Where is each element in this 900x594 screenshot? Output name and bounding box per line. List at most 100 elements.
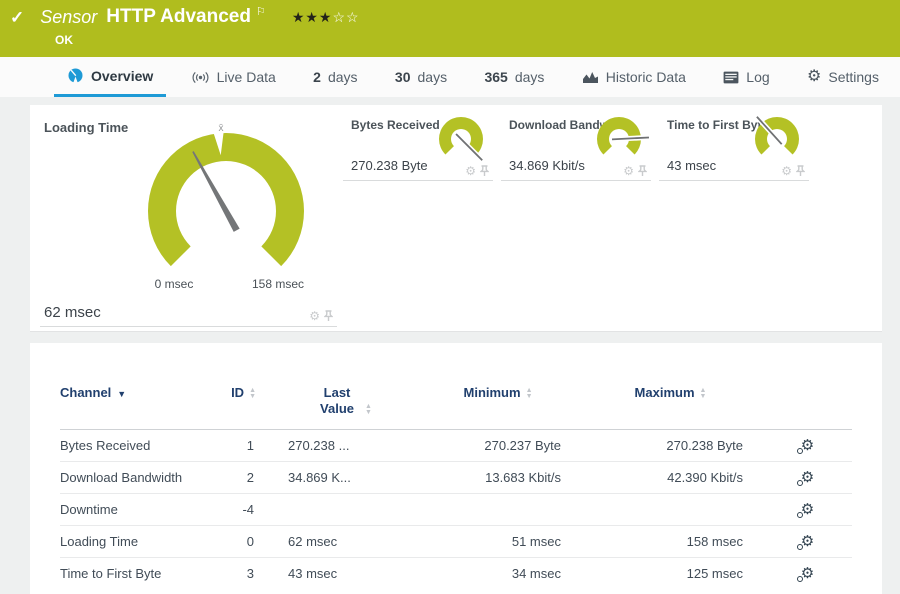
column-header-actions [763, 379, 852, 430]
time-to-first-byte-gauge [755, 116, 799, 155]
loading-time-gauge: x̄ 0 msec 158 msec [148, 123, 304, 291]
tab-365-days-label: days [514, 69, 545, 85]
channel-actions-cell: ⚙ [763, 461, 852, 494]
table-header-row: Channel ▼ ID ▲ ▼ Last Value ▲ ▼ Minimum ▲ ▼ Max… [60, 379, 852, 430]
sensor-header-row: ✓ Sensor HTTP Advanced ⚐ ★★★☆☆ [0, 0, 900, 28]
column-header-minimum[interactable]: Minimum ▲ ▼ [418, 379, 578, 430]
log-list-icon [723, 71, 739, 83]
channel-last-value-cell: 62 msec [268, 525, 418, 558]
column-header-id[interactable]: ID ▲ ▼ [228, 379, 268, 430]
stars-empty: ☆☆ [332, 9, 360, 25]
tab-30-days[interactable]: 30 days [382, 57, 460, 97]
sort-icon: ▲ ▼ [525, 386, 533, 400]
channel-id-cell: 1 [228, 429, 268, 462]
tab-live-data[interactable]: Live Data [178, 57, 289, 97]
tab-2-days-label: days [327, 69, 358, 85]
pin-icon[interactable] [796, 165, 805, 177]
channel-id-cell: -4 [228, 493, 268, 526]
table-row[interactable]: Download Bandwidth 2 34.869 K... 13.683 … [60, 461, 852, 494]
channel-settings-icon[interactable]: ⚙ [796, 502, 814, 518]
channel-name-cell[interactable]: Time to First Byte [60, 557, 228, 590]
channel-settings-icon[interactable]: ⚙ [796, 470, 814, 486]
download-bandwidth-tile: Download Bandwidth 34.869 Kbit/s ⚙ [501, 113, 651, 181]
download-bandwidth-gauge [597, 117, 649, 155]
channel-settings-icon[interactable]: ⚙ [796, 566, 814, 583]
gauge-icon [68, 68, 83, 84]
tab-30-days-number: 30 [394, 69, 411, 85]
sensor-kind-label: Sensor [40, 7, 98, 27]
channel-minimum-cell: 34 msec [418, 557, 578, 590]
gauges-panel: Loading Time x̄ 0 msec 158 msec 62 msec … [30, 105, 882, 332]
sort-icon: ▲ ▼ [365, 402, 372, 416]
tile-settings-icon[interactable]: ⚙ [623, 165, 634, 177]
table-row[interactable]: Time to First Byte 3 43 msec 34 msec 125… [60, 557, 852, 590]
channel-actions-cell: ⚙ [763, 557, 852, 590]
channel-name-cell[interactable]: Loading Time [60, 525, 228, 558]
tab-settings[interactable]: ⚙ Settings [794, 57, 892, 97]
tab-bar: Overview Live Data 2 days 30 days 365 da… [0, 57, 900, 97]
gauge-min-label: 0 msec [155, 277, 194, 291]
column-header-last-value[interactable]: Last Value ▲ ▼ [268, 379, 418, 430]
tab-30-days-label: days [417, 69, 448, 85]
historic-chart-icon [582, 72, 598, 83]
flag-icon[interactable]: ⚐ [256, 5, 266, 18]
sort-icon: ▲ ▼ [699, 386, 707, 400]
sort-icon: ▲ ▼ [249, 386, 256, 400]
channel-settings-icon[interactable]: ⚙ [796, 534, 814, 550]
bytes-received-tile: Bytes Received 270.238 Byte ⚙ [343, 113, 493, 181]
bytes-received-value: 270.238 Byte [351, 158, 428, 173]
channels-panel: Channel ▼ ID ▲ ▼ Last Value ▲ ▼ Minimum ▲ ▼ Max… [30, 343, 882, 594]
priority-stars[interactable]: ★★★☆☆ [292, 9, 360, 26]
tab-historic-data[interactable]: Historic Data [569, 57, 699, 97]
tab-overview-label: Overview [91, 67, 154, 84]
tile-corner-actions: ⚙ [781, 165, 805, 177]
tab-log-label: Log [746, 69, 770, 85]
pin-icon[interactable] [324, 310, 333, 322]
bytes-received-gauge [439, 117, 483, 161]
channel-minimum-cell: 270.237 Byte [418, 429, 578, 462]
tile-settings-icon[interactable]: ⚙ [465, 165, 476, 177]
tile-corner-actions: ⚙ [309, 310, 333, 322]
channel-settings-icon[interactable]: ⚙ [796, 438, 814, 454]
channel-actions-cell: ⚙ [763, 429, 852, 462]
download-bandwidth-value: 34.869 Kbit/s [509, 158, 585, 173]
channel-last-value-cell: 34.869 K... [268, 461, 418, 494]
channel-name-cell[interactable]: Bytes Received [60, 429, 228, 462]
tile-settings-icon[interactable]: ⚙ [781, 165, 792, 177]
time-to-first-byte-value: 43 msec [667, 158, 717, 173]
channel-name-cell[interactable]: Download Bandwidth [60, 461, 228, 494]
channels-table: Channel ▼ ID ▲ ▼ Last Value ▲ ▼ Minimum ▲ ▼ Max… [60, 379, 852, 590]
sort-desc-icon: ▼ [117, 388, 127, 399]
channel-minimum-cell [418, 493, 578, 526]
tab-live-data-label: Live Data [216, 69, 276, 85]
tab-2-days[interactable]: 2 days [300, 57, 370, 97]
pin-icon[interactable] [480, 165, 489, 177]
channels-table-body: Bytes Received 1 270.238 ... 270.237 Byt… [60, 429, 852, 590]
channel-last-value-cell: 270.238 ... [268, 429, 418, 462]
channel-actions-cell: ⚙ [763, 493, 852, 526]
column-header-maximum[interactable]: Maximum ▲ ▼ [578, 379, 763, 430]
tab-365-days[interactable]: 365 days [471, 57, 557, 97]
channel-id-cell: 0 [228, 525, 268, 558]
tab-overview[interactable]: Overview [54, 57, 167, 97]
status-badge: OK [55, 33, 73, 47]
channel-id-cell: 3 [228, 557, 268, 590]
table-row[interactable]: Loading Time 0 62 msec 51 msec 158 msec … [60, 525, 852, 558]
gear-icon: ⚙ [807, 68, 822, 85]
channel-maximum-cell: 42.390 Kbit/s [578, 461, 763, 494]
table-row[interactable]: Bytes Received 1 270.238 ... 270.237 Byt… [60, 429, 852, 462]
tab-settings-label: Settings [828, 69, 879, 85]
status-check-icon: ✓ [10, 8, 25, 27]
sensor-header: ✓ Sensor HTTP Advanced ⚐ ★★★☆☆ OK [0, 0, 900, 57]
live-data-icon [192, 71, 209, 83]
channel-maximum-cell: 125 msec [578, 557, 763, 590]
channel-maximum-cell [578, 493, 763, 526]
channel-last-value-cell: 43 msec [268, 557, 418, 590]
tab-log[interactable]: Log [710, 57, 782, 97]
channel-name-cell[interactable]: Downtime [60, 493, 228, 526]
channel-actions-cell: ⚙ [763, 525, 852, 558]
table-row[interactable]: Downtime -4 ⚙ [60, 493, 852, 526]
column-header-channel[interactable]: Channel ▼ [60, 379, 228, 430]
pin-icon[interactable] [638, 165, 647, 177]
tile-settings-icon[interactable]: ⚙ [309, 310, 320, 322]
